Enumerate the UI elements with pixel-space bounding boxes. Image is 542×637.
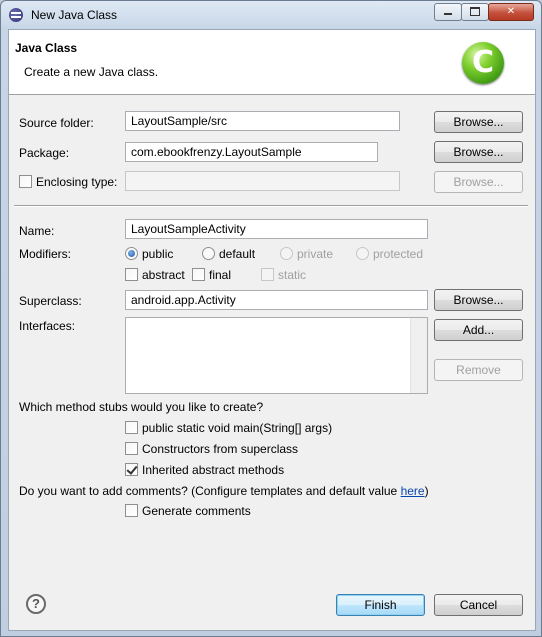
package-label: Package:	[19, 146, 70, 160]
static-label: static	[278, 268, 307, 282]
inherited-stub-label: Inherited abstract methods	[142, 463, 285, 477]
protected-radio[interactable]	[356, 247, 369, 260]
templates-link[interactable]: here	[401, 484, 425, 498]
main-stub-label: public static void main(String[] args)	[142, 421, 333, 435]
inherited-stub-checkbox[interactable]	[125, 463, 138, 476]
package-browse-button[interactable]: Browse...	[434, 141, 523, 163]
superclass-label: Superclass:	[19, 294, 82, 308]
default-radio[interactable]	[202, 247, 215, 260]
name-input[interactable]: LayoutSampleActivity	[125, 219, 428, 239]
abstract-label: abstract	[142, 268, 185, 282]
eclipse-icon	[9, 8, 23, 22]
wizard-header: Java Class Create a new Java class. C	[9, 30, 535, 95]
source-folder-input[interactable]: LayoutSample/src	[125, 111, 400, 131]
java-class-icon: C	[462, 42, 504, 84]
package-input[interactable]: com.ebookfrenzy.LayoutSample	[125, 142, 378, 162]
title-bar[interactable]: New Java Class ✕	[1, 1, 541, 29]
source-folder-browse-button[interactable]: Browse...	[434, 111, 523, 133]
enclosing-type-browse-button[interactable]: Browse...	[434, 171, 523, 193]
protected-label: protected	[373, 247, 424, 261]
interfaces-add-button[interactable]: Add...	[434, 319, 523, 341]
public-label: public	[142, 247, 174, 261]
page-description: Create a new Java class.	[24, 65, 159, 79]
superclass-input[interactable]: android.app.Activity	[125, 290, 428, 310]
public-radio[interactable]	[125, 247, 138, 260]
generate-comments-label: Generate comments	[142, 504, 251, 518]
superclass-browse-button[interactable]: Browse...	[434, 289, 523, 311]
interfaces-scrollbar[interactable]	[410, 318, 427, 393]
minimize-button[interactable]	[434, 3, 462, 21]
generate-comments-checkbox[interactable]	[125, 504, 138, 517]
source-folder-label: Source folder:	[19, 116, 94, 130]
dialog-content: Java Class Create a new Java class. C So…	[8, 29, 536, 631]
comments-question: Do you want to add comments? (Configure …	[19, 484, 429, 498]
interfaces-list[interactable]	[125, 317, 428, 394]
enclosing-type-checkbox[interactable]	[19, 175, 32, 188]
finish-button[interactable]: Finish	[336, 594, 425, 616]
name-label: Name:	[19, 224, 55, 238]
final-checkbox[interactable]	[192, 268, 205, 281]
close-button[interactable]: ✕	[488, 3, 534, 21]
constructors-stub-checkbox[interactable]	[125, 442, 138, 455]
final-label: final	[209, 268, 232, 282]
separator	[14, 205, 528, 207]
dialog-window: New Java Class ✕ Java Class Create a new…	[0, 0, 542, 637]
private-label: private	[297, 247, 334, 261]
abstract-checkbox[interactable]	[125, 268, 138, 281]
main-stub-checkbox[interactable]	[125, 421, 138, 434]
maximize-button[interactable]	[461, 3, 489, 21]
constructors-stub-label: Constructors from superclass	[142, 442, 299, 456]
modifiers-label: Modifiers:	[19, 247, 72, 261]
enclosing-type-label: Enclosing type:	[36, 175, 118, 189]
stubs-question: Which method stubs would you like to cre…	[19, 400, 264, 414]
static-checkbox[interactable]	[261, 268, 274, 281]
window-title: New Java Class	[31, 8, 118, 22]
cancel-button[interactable]: Cancel	[434, 594, 523, 616]
comments-question-end: )	[424, 484, 429, 498]
comments-question-text: Do you want to add comments? (Configure …	[19, 484, 401, 498]
page-title: Java Class	[15, 41, 78, 55]
interfaces-label: Interfaces:	[19, 319, 76, 333]
help-icon[interactable]: ?	[26, 594, 46, 614]
private-radio[interactable]	[280, 247, 293, 260]
interfaces-remove-button[interactable]: Remove	[434, 359, 523, 381]
enclosing-type-input[interactable]	[125, 171, 400, 191]
default-label: default	[219, 247, 256, 261]
